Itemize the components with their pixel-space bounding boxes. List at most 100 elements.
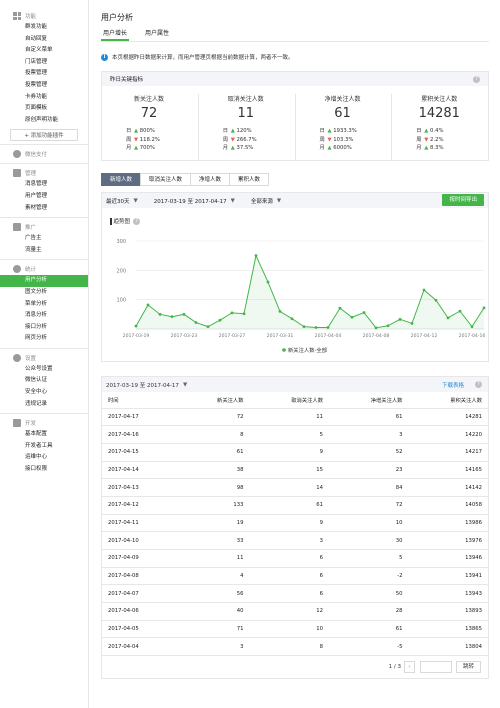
data-point [350, 315, 354, 319]
sidebar-item[interactable]: 自定义菜单 [0, 45, 88, 57]
sidebar-item[interactable]: 投票管理 [0, 80, 88, 92]
table-cell: 38 [179, 461, 250, 480]
sidebar-item[interactable]: 公众号设置 [0, 364, 88, 376]
column-header: 时间 [102, 392, 180, 409]
export-by-time-button[interactable]: 按时间导出 [442, 194, 484, 206]
promote-icon [13, 223, 21, 232]
sidebar-item[interactable]: 消息分析 [0, 310, 88, 322]
table-cell: 2017-04-11 [102, 514, 180, 533]
metric-tab[interactable]: 累积人数 [229, 173, 270, 186]
kpi-list: 新关注人数 72 日 ▲ 800% 周 ▼ 118.2% 月 ▲ 700% 取消关注人数 11 日 ▲… [102, 86, 488, 160]
date-range-select[interactable]: 2017-03-19 至 2017-04-17 [154, 197, 227, 205]
sidebar-item[interactable]: 卡券功能 [0, 92, 88, 104]
sidebar-item[interactable]: 原创声明功能 [0, 115, 88, 127]
sidebar-item[interactable]: 基本配置 [0, 429, 88, 441]
data-point [398, 317, 402, 321]
sidebar-item[interactable]: 开发者工具 [0, 441, 88, 453]
download-table-link[interactable]: 下载表格 [442, 381, 464, 389]
sidebar-item[interactable]: 用户分析 [0, 275, 88, 287]
sidebar-item[interactable]: 微信认证 [0, 375, 88, 387]
table-row: 2017-04-12 133 61 72 14058 [102, 496, 488, 515]
tab-user-attributes[interactable]: 用户属性 [143, 28, 171, 41]
metric-tab[interactable]: 新增人数 [101, 173, 142, 186]
jump-button[interactable]: 跳转 [455, 661, 481, 673]
sidebar-item[interactable]: 接口权限 [0, 464, 88, 476]
sidebar-section-6: 开发 [0, 417, 88, 429]
sidebar-item[interactable]: 流量主 [0, 245, 88, 257]
metric-tab[interactable]: 取消关注人数 [140, 173, 192, 186]
kpi-compare-row: 月 ▲ 6000% [320, 144, 392, 153]
data-point [470, 325, 474, 329]
table-row: 2017-04-11 19 9 10 13986 [102, 514, 488, 533]
wechat-pay-icon [13, 150, 21, 159]
sidebar-item[interactable]: 群发功能 [0, 22, 88, 34]
sidebar-item[interactable]: 安全中心 [0, 387, 88, 399]
tab-user-growth[interactable]: 用户增长 [101, 28, 130, 41]
sidebar-item[interactable]: 消息管理 [0, 179, 88, 191]
table-cell: 14217 [408, 443, 488, 462]
sidebar-item[interactable]: 页面模板 [0, 103, 88, 115]
table-cell: 3 [249, 531, 329, 550]
pagination: 1 / 3 › 跳转 [389, 661, 481, 673]
sidebar-section-1[interactable]: 微信支付 [0, 148, 88, 160]
sidebar-item[interactable]: 运维中心 [0, 452, 88, 464]
add-plugin-button[interactable]: + 添加功能插件 [10, 129, 78, 142]
sidebar-item[interactable]: 违规记录 [0, 399, 88, 411]
title-bar-icon [110, 217, 112, 225]
sidebar-item[interactable]: 自动回复 [0, 34, 88, 46]
table-cell: 2017-04-09 [102, 549, 180, 568]
sidebar-item[interactable]: 用户管理 [0, 191, 88, 203]
data-point [410, 322, 414, 325]
sidebar-section-title: 统计 [25, 267, 37, 274]
sidebar-item[interactable]: 素材管理 [0, 203, 88, 215]
table-cell: 2017-04-07 [102, 584, 180, 604]
source-select[interactable]: 全部来源 [251, 197, 273, 205]
sidebar-item[interactable]: 接口分析 [0, 322, 88, 334]
sidebar-item[interactable]: 投票管理 [0, 68, 88, 80]
table-row: 2017-04-07 56 6 50 13943 [102, 584, 488, 604]
data-point [194, 321, 198, 324]
sidebar-item[interactable]: 广告主 [0, 233, 88, 245]
kpi-compare-row: 日 ▲ 800% [126, 127, 198, 136]
kpi-period: 日 [222, 128, 229, 134]
table-cell: 2017-04-13 [102, 478, 180, 497]
y-tick-label: 200 [116, 268, 126, 274]
table-row: 2017-04-10 33 3 30 13976 [102, 531, 488, 550]
sidebar-item[interactable]: 网页分析 [0, 333, 88, 345]
sidebar-divider [0, 144, 88, 146]
table-cell: 6 [249, 549, 329, 568]
data-point [338, 306, 342, 310]
kpi-compare-row: 月 ▲ 8.3% [416, 144, 488, 153]
table-cell: 56 [179, 584, 250, 604]
help-icon[interactable]: ? [475, 381, 482, 388]
sidebar-item[interactable]: 门店管理 [0, 57, 88, 69]
kpi-compare-row: 周 ▼ 266.7% [223, 136, 295, 145]
data-point [314, 326, 318, 329]
help-icon[interactable]: ? [473, 75, 480, 83]
chevron-down-icon[interactable]: ▼ [277, 198, 281, 204]
chevron-down-icon[interactable]: ▼ [134, 198, 138, 204]
kpi-label: 净增关注人数 [324, 96, 361, 103]
table-cell: 71 [179, 620, 250, 639]
table-row: 2017-04-05 71 10 61 13865 [102, 620, 488, 639]
chevron-down-icon[interactable]: ▼ [231, 198, 235, 204]
help-icon[interactable]: ? [133, 217, 141, 225]
legend-marker [282, 348, 286, 352]
next-page-icon[interactable]: › [403, 661, 415, 673]
kpi-change: 700% [139, 145, 155, 151]
chevron-down-icon[interactable]: ▼ [183, 382, 187, 388]
table-range-select[interactable]: 2017-03-19 至 2017-04-17 [106, 381, 179, 389]
kpi-period: 周 [222, 136, 229, 143]
settings-icon [13, 353, 21, 362]
sidebar-item[interactable]: 菜单分析 [0, 299, 88, 311]
kpi-label: 取消关注人数 [227, 96, 264, 103]
data-point [374, 326, 378, 330]
page-jump-input[interactable] [419, 661, 452, 673]
table-cell: 2017-04-16 [102, 425, 180, 444]
period-select[interactable]: 最近30天 [106, 197, 130, 205]
metric-tab[interactable]: 净增人数 [190, 173, 231, 186]
table-cell: 6 [249, 567, 329, 586]
sidebar-section-title: 开发 [25, 421, 37, 428]
kpi-compare-row: 周 ▼ 118.2% [126, 136, 198, 145]
sidebar-item[interactable]: 图文分析 [0, 287, 88, 299]
